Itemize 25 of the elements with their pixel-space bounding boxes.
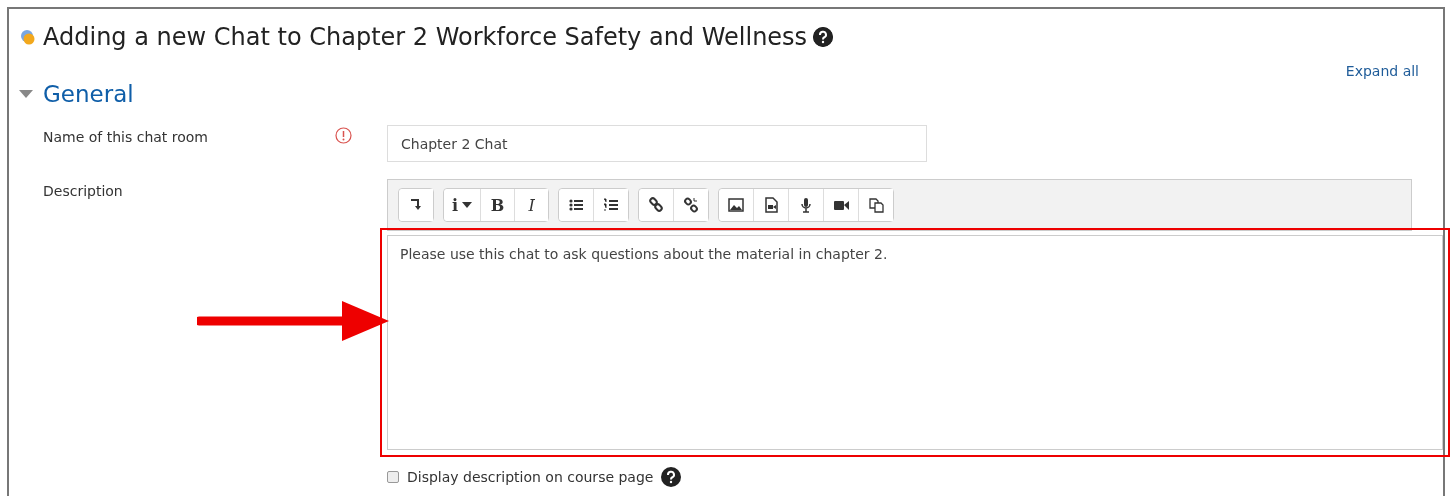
numbered-list-button[interactable] bbox=[593, 189, 629, 221]
checkbox-label: Display description on course page bbox=[407, 469, 654, 485]
chain-link-icon bbox=[647, 196, 666, 214]
italic-button[interactable]: I bbox=[514, 189, 549, 221]
unlink-button[interactable] bbox=[673, 189, 709, 221]
copy-icon bbox=[867, 196, 886, 214]
description-field[interactable]: Please use this chat to ask questions about the material in chapter 2. bbox=[387, 235, 1443, 450]
document-icon bbox=[762, 196, 781, 214]
page-title: Adding a new Chat to Chapter 2 Workforce Safety and Wellness bbox=[43, 23, 808, 51]
paste-button[interactable] bbox=[858, 189, 894, 221]
caret-icon bbox=[462, 202, 473, 208]
help-icon[interactable] bbox=[661, 467, 682, 487]
numbered-list-icon bbox=[602, 196, 621, 214]
help-icon[interactable] bbox=[813, 27, 834, 47]
field-label: Name of this chat room bbox=[43, 128, 209, 145]
broken-link-icon bbox=[682, 196, 701, 214]
field-label: Description bbox=[43, 182, 124, 199]
checkbox[interactable] bbox=[387, 471, 399, 483]
expand-all-link[interactable]: Expand all bbox=[1345, 63, 1419, 79]
name-field[interactable]: Chapter 2 Chat bbox=[387, 125, 927, 162]
collapse-caret-icon[interactable] bbox=[19, 90, 33, 98]
collapse-toolbar-button[interactable] bbox=[399, 189, 433, 221]
image-icon bbox=[727, 196, 746, 214]
chat-icon bbox=[19, 28, 37, 46]
section-title[interactable]: General bbox=[43, 81, 134, 107]
